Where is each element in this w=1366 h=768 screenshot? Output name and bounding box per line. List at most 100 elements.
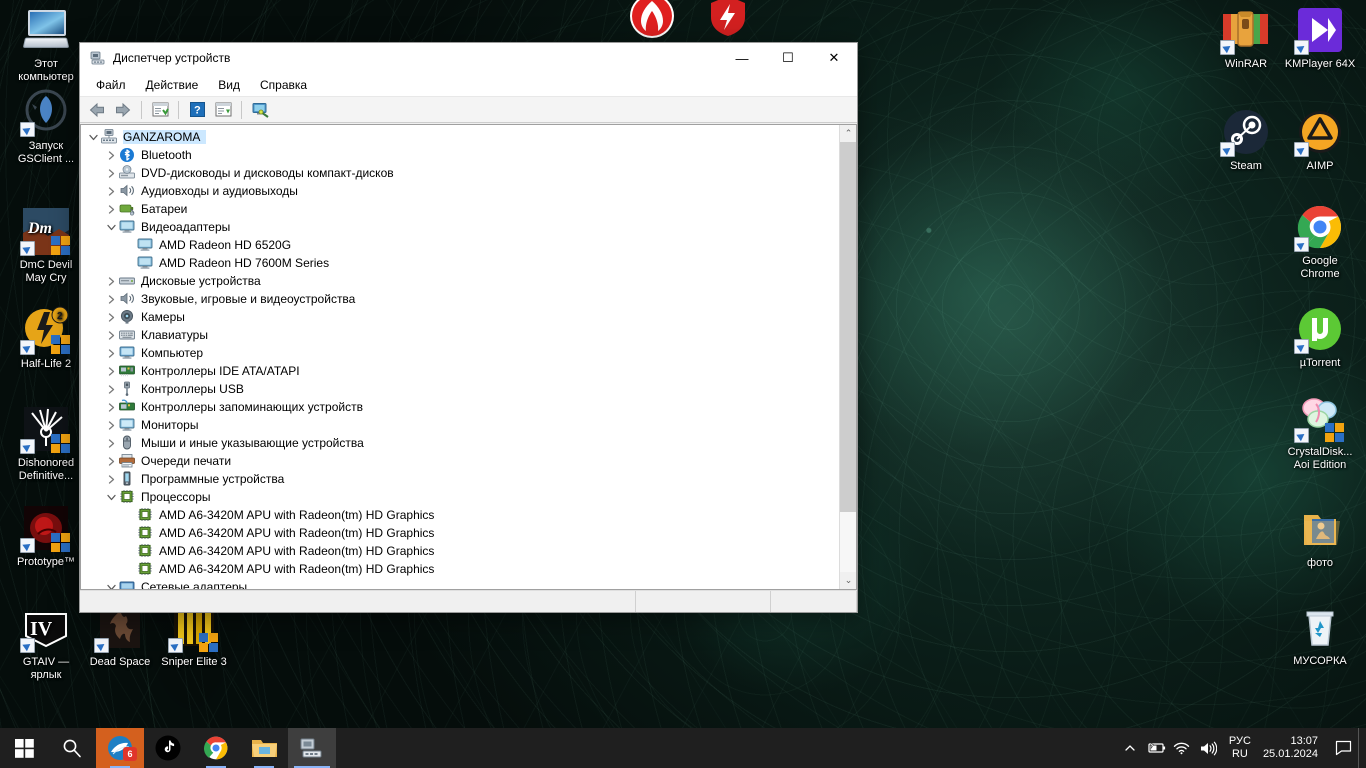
- menu-view[interactable]: Вид: [208, 75, 250, 95]
- update-driver-icon[interactable]: [211, 99, 235, 121]
- toolbar[interactable]: ?: [80, 97, 857, 123]
- desktop-icon-google-chrome[interactable]: Google Chrome: [1282, 203, 1358, 280]
- tree-node[interactable]: Мыши и иные указывающие устройства: [81, 434, 839, 452]
- tree-node[interactable]: Контроллеры IDE ATA/ATAPI: [81, 362, 839, 380]
- chevron-right-icon[interactable]: [103, 417, 119, 433]
- taskbar[interactable]: 6 РУС RU 13:07 25.01.2024: [0, 728, 1366, 768]
- desktop-icon-dmc-devil-may-cry[interactable]: Dm DmC Devil May Cry: [8, 207, 84, 284]
- desktop-icon-gsclient[interactable]: Запуск GSClient ...: [8, 88, 84, 165]
- desktop-icon-my-computer[interactable]: Этот компьютер: [8, 6, 84, 83]
- maximize-button[interactable]: ☐: [765, 43, 811, 73]
- window-titlebar[interactable]: Диспетчер устройств — ☐ ✕: [80, 43, 857, 73]
- desktop-icon-red-shield-app[interactable]: [690, 0, 766, 44]
- desktop-icon-recycle-bin[interactable]: МУСОРКА: [1282, 603, 1358, 668]
- scrollbar-track[interactable]: [840, 142, 856, 572]
- taskbar-device-manager-button[interactable]: [288, 728, 336, 768]
- tree-node[interactable]: Компьютер: [81, 344, 839, 362]
- taskbar-opera-button[interactable]: 6: [96, 728, 144, 768]
- chevron-up-icon[interactable]: [1117, 728, 1143, 768]
- chevron-right-icon[interactable]: [103, 273, 119, 289]
- tree-node[interactable]: Процессоры: [81, 488, 839, 506]
- tree-node[interactable]: AMD A6-3420M APU with Radeon(tm) HD Grap…: [81, 542, 839, 560]
- tree-node[interactable]: Контроллеры USB: [81, 380, 839, 398]
- desktop-icon-kmplayer[interactable]: KMPlayer 64X: [1282, 6, 1358, 71]
- help-icon[interactable]: ?: [185, 99, 209, 121]
- system-tray[interactable]: РУС RU 13:07 25.01.2024: [1117, 728, 1366, 768]
- taskbar-file-explorer-button[interactable]: [240, 728, 288, 768]
- chevron-right-icon[interactable]: [103, 201, 119, 217]
- scan-hardware-icon[interactable]: [248, 99, 272, 121]
- chevron-down-icon[interactable]: [103, 219, 119, 235]
- chevron-right-icon[interactable]: [103, 291, 119, 307]
- menubar[interactable]: Файл Действие Вид Справка: [80, 73, 857, 97]
- chevron-down-icon[interactable]: [85, 129, 101, 145]
- chevron-right-icon[interactable]: [103, 471, 119, 487]
- taskbar-tiktok-button[interactable]: [144, 728, 192, 768]
- close-button[interactable]: ✕: [811, 43, 857, 73]
- desktop[interactable]: Этот компьютер Запуск GSClient ... Dm Dm…: [0, 0, 1366, 768]
- tree-node[interactable]: Аудиовходы и аудиовыходы: [81, 182, 839, 200]
- device-manager-window[interactable]: Диспетчер устройств — ☐ ✕ Файл Действие …: [79, 42, 858, 613]
- tree-node[interactable]: Контроллеры запоминающих устройств: [81, 398, 839, 416]
- tree-node[interactable]: AMD A6-3420M APU with Radeon(tm) HD Grap…: [81, 560, 839, 578]
- show-desktop-button[interactable]: [1358, 728, 1366, 768]
- desktop-icon-dead-space[interactable]: Dead Space: [82, 604, 158, 669]
- tree-node[interactable]: DVD-дисководы и дисководы компакт-дисков: [81, 164, 839, 182]
- menu-action[interactable]: Действие: [136, 75, 209, 95]
- scroll-up-button[interactable]: ⌃: [840, 125, 856, 142]
- desktop-icon-photo-folder[interactable]: фото: [1282, 505, 1358, 570]
- clock[interactable]: 13:07 25.01.2024: [1259, 728, 1328, 768]
- tree-root-node[interactable]: GANZAROMA: [81, 128, 839, 146]
- desktop-icon-aimp[interactable]: AIMP: [1282, 108, 1358, 173]
- taskbar-chrome-button[interactable]: [192, 728, 240, 768]
- start-button[interactable]: [0, 728, 48, 768]
- desktop-icon-winrar[interactable]: WinRAR: [1208, 6, 1284, 71]
- tree-node[interactable]: Программные устройства: [81, 470, 839, 488]
- tree-node[interactable]: Камеры: [81, 308, 839, 326]
- tree-node[interactable]: AMD Radeon HD 7600M Series: [81, 254, 839, 272]
- tree-node[interactable]: Клавиатуры: [81, 326, 839, 344]
- desktop-icon-half-life-2[interactable]: 2 Half-Life 2: [8, 306, 84, 371]
- wifi-icon[interactable]: [1169, 728, 1195, 768]
- scroll-down-button[interactable]: ⌄: [840, 572, 856, 589]
- tree-node[interactable]: AMD A6-3420M APU with Radeon(tm) HD Grap…: [81, 506, 839, 524]
- menu-file[interactable]: Файл: [86, 75, 136, 95]
- chevron-right-icon[interactable]: [103, 345, 119, 361]
- chevron-right-icon[interactable]: [103, 183, 119, 199]
- tree-node[interactable]: AMD Radeon HD 6520G: [81, 236, 839, 254]
- chevron-right-icon[interactable]: [103, 453, 119, 469]
- tree-node[interactable]: Видеоадаптеры: [81, 218, 839, 236]
- tree-node[interactable]: Батареи: [81, 200, 839, 218]
- chevron-down-icon[interactable]: [103, 579, 119, 589]
- tree-node[interactable]: Звуковые, игровые и видеоустройства: [81, 290, 839, 308]
- chevron-right-icon[interactable]: [103, 165, 119, 181]
- desktop-icon-red-arrow-app[interactable]: [614, 0, 690, 44]
- action-center-icon[interactable]: [1328, 728, 1358, 768]
- battery-charging-icon[interactable]: [1143, 728, 1169, 768]
- chevron-right-icon[interactable]: [103, 327, 119, 343]
- desktop-icon-crystaldiskinfo[interactable]: CrystalDisk... Aoi Edition: [1282, 394, 1358, 471]
- desktop-icon-prototype[interactable]: Prototype™: [8, 504, 84, 569]
- desktop-icon-steam[interactable]: Steam: [1208, 108, 1284, 173]
- menu-help[interactable]: Справка: [250, 75, 317, 95]
- chevron-right-icon[interactable]: [103, 147, 119, 163]
- chevron-down-icon[interactable]: [103, 489, 119, 505]
- scrollbar-thumb[interactable]: [840, 142, 856, 512]
- tree-node[interactable]: Bluetooth: [81, 146, 839, 164]
- desktop-icon-sniper-elite-3[interactable]: Sniper Elite 3: [156, 604, 232, 669]
- minimize-button[interactable]: —: [719, 43, 765, 73]
- speaker-icon[interactable]: [1195, 728, 1221, 768]
- chevron-right-icon[interactable]: [103, 363, 119, 379]
- chevron-right-icon[interactable]: [103, 399, 119, 415]
- tree-node[interactable]: AMD A6-3420M APU with Radeon(tm) HD Grap…: [81, 524, 839, 542]
- tree-node[interactable]: Дисковые устройства: [81, 272, 839, 290]
- desktop-icon-gta-iv[interactable]: IV GTAIV — ярлык: [8, 604, 84, 681]
- chevron-right-icon[interactable]: [103, 381, 119, 397]
- vertical-scrollbar[interactable]: ⌃ ⌄: [839, 125, 856, 589]
- chevron-right-icon[interactable]: [103, 435, 119, 451]
- language-indicator[interactable]: РУС RU: [1221, 728, 1259, 768]
- desktop-icon-utorrent[interactable]: µTorrent: [1282, 305, 1358, 370]
- device-tree-panel[interactable]: GANZAROMA Bluetooth DVD-дисководы и дисков…: [80, 124, 857, 590]
- device-tree[interactable]: GANZAROMA Bluetooth DVD-дисководы и дисков…: [81, 125, 839, 589]
- chevron-right-icon[interactable]: [103, 309, 119, 325]
